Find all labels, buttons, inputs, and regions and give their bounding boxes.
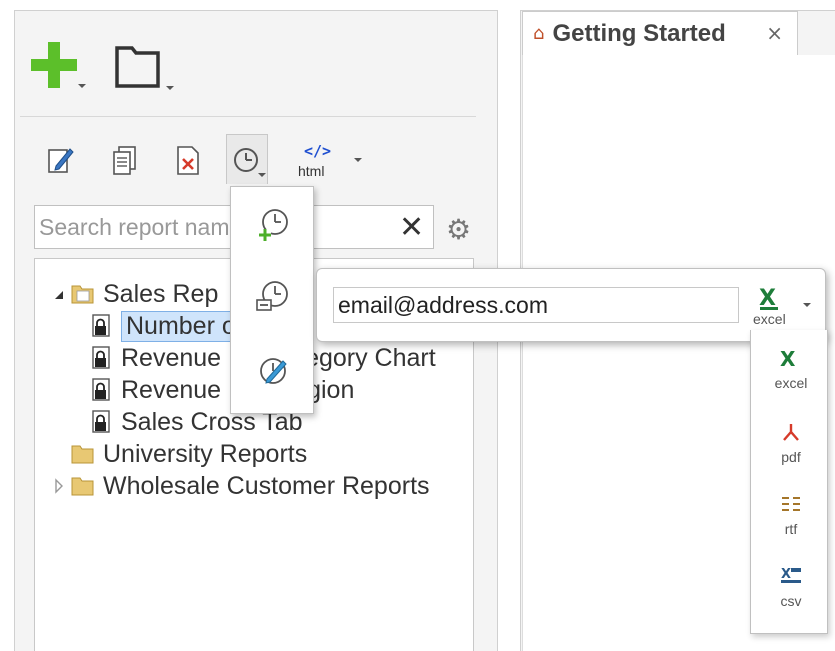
tree-report-item[interactable]: Revenue gion [91, 375, 354, 405]
email-field[interactable] [333, 287, 739, 323]
delete-button[interactable] [168, 134, 210, 184]
tree-report-label-selected: Number of [121, 310, 248, 342]
delete-report-icon [177, 146, 199, 175]
excel-icon: X [780, 347, 796, 371]
html-export-button[interactable]: </> html [296, 134, 366, 184]
tree-folder-label: Sales Rep [103, 279, 219, 308]
tree-report-item[interactable]: Number of [91, 310, 248, 342]
format-item-csv[interactable]: X csv [765, 564, 817, 620]
collapsed-arrow-icon[interactable] [53, 471, 65, 501]
expanded-arrow-icon [55, 291, 63, 299]
primary-toolbar [26, 38, 466, 94]
csv-icon: X [781, 567, 801, 583]
edit-icon [48, 148, 74, 173]
edit-button[interactable] [40, 134, 82, 184]
rtf-icon [782, 497, 800, 511]
folder-icon [115, 46, 160, 88]
remove-schedule-item[interactable] [253, 277, 293, 317]
locked-report-icon [92, 346, 110, 369]
format-label: csv [780, 593, 802, 609]
tree-folder-label: Wholesale Customer Reports [103, 471, 430, 500]
svg-text:X: X [780, 347, 796, 370]
tab-close-icon[interactable]: × [766, 21, 783, 45]
home-icon: ⌂ [533, 23, 545, 44]
schedule-menu [230, 186, 314, 414]
tree-folder-wholesale-reports[interactable]: Wholesale Customer Reports [53, 471, 430, 501]
tree-report-label-tail: egory Chart [305, 343, 436, 372]
toolbar-divider [20, 116, 476, 117]
tree-report-label: Revenue [121, 343, 222, 372]
format-item-rtf[interactable]: rtf [765, 492, 817, 548]
format-dropdown-label: excel [753, 311, 786, 327]
html-label: html [298, 163, 325, 179]
format-dropdown[interactable]: X excel [753, 283, 817, 329]
add-schedule-icon [259, 209, 288, 241]
locked-report-icon [92, 314, 110, 337]
locked-report-icon [92, 378, 110, 401]
copy-button[interactable] [104, 134, 146, 184]
clear-search-icon[interactable]: ✕ [399, 210, 424, 245]
edit-schedule-icon [260, 358, 287, 384]
open-folder-icon [71, 285, 94, 304]
schedule-button[interactable] [226, 134, 268, 184]
tree-folder-university-reports[interactable]: University Reports [71, 439, 307, 469]
add-schedule-item[interactable] [253, 205, 293, 245]
remove-schedule-icon [256, 281, 288, 311]
folder-icon [71, 477, 94, 496]
format-item-excel[interactable]: X excel [765, 346, 817, 402]
locked-report-icon [92, 410, 110, 433]
format-list: X excel pdf rtf X csv [750, 330, 828, 634]
format-label: rtf [784, 521, 798, 537]
tree-report-label-tail: gion [307, 375, 355, 404]
tab-getting-started[interactable]: ⌂ Getting Started × [522, 11, 798, 55]
tree-report-label: Revenue [121, 375, 222, 404]
tree-folder-label: University Reports [103, 439, 308, 468]
edit-schedule-item[interactable] [253, 351, 293, 391]
report-toolbar: </> html [28, 134, 368, 186]
html-code-icon: </> [304, 142, 332, 160]
format-item-pdf[interactable]: pdf [765, 420, 817, 476]
copy-icon [113, 146, 136, 175]
format-label: pdf [781, 449, 801, 465]
folder-icon [71, 445, 94, 464]
settings-gear-icon[interactable]: ⚙ [446, 213, 471, 246]
folder-button[interactable] [114, 44, 178, 90]
svg-text:X: X [781, 567, 791, 582]
add-button[interactable] [26, 38, 88, 90]
tab-label: Getting Started [552, 19, 726, 47]
pdf-icon [783, 424, 799, 441]
tree-folder-sales-reports[interactable]: Sales Rep [53, 279, 218, 309]
search-input[interactable] [39, 212, 389, 242]
format-label: excel [774, 375, 808, 391]
